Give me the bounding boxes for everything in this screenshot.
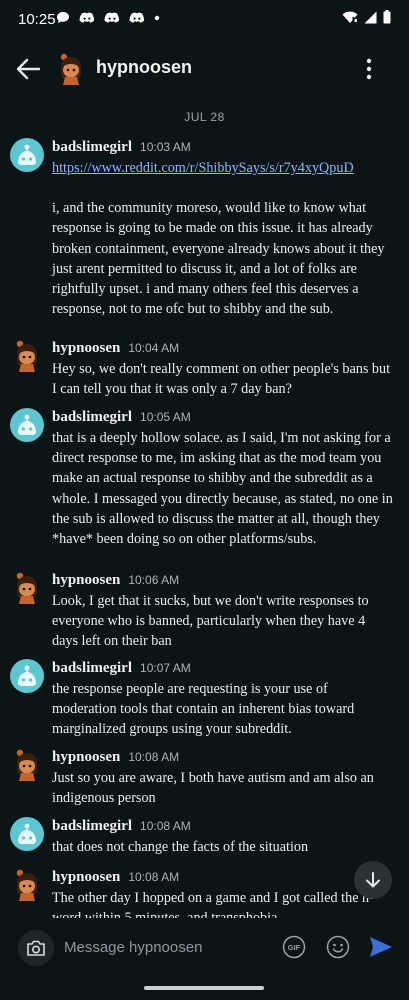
message-time: 10:08 AM bbox=[140, 819, 191, 833]
message-time: 10:04 AM bbox=[128, 341, 180, 355]
message-author[interactable]: badslimegirl bbox=[52, 660, 132, 676]
message-meta: badslimegirl 10:07 AM bbox=[52, 659, 191, 677]
message-text: Look, I get that it sucks, but we don't … bbox=[52, 593, 369, 650]
more-vertical-icon[interactable] bbox=[359, 57, 379, 81]
notification-icons bbox=[56, 11, 160, 24]
avatar[interactable] bbox=[10, 339, 44, 373]
message-author[interactable]: badslimegirl bbox=[52, 409, 132, 425]
message-text: the response people are requesting is yo… bbox=[52, 681, 355, 738]
chat-notification-icon bbox=[57, 12, 69, 23]
page-title: hypnoosen bbox=[96, 57, 193, 77]
message-meta: badslimegirl 10:05 AM bbox=[52, 408, 191, 426]
message-body: Hey so, we don't really comment on other… bbox=[52, 359, 394, 399]
app-bar: hypnoosen bbox=[0, 40, 409, 96]
camera-icon bbox=[27, 940, 45, 956]
discord-icon bbox=[129, 12, 145, 23]
discord-icon bbox=[104, 12, 120, 23]
message-author[interactable]: badslimegirl bbox=[52, 139, 132, 155]
avatar[interactable] bbox=[10, 817, 44, 851]
message-body: Look, I get that it sucks, but we don't … bbox=[52, 591, 394, 652]
message-time: 10:06 AM bbox=[128, 573, 180, 587]
home-indicator bbox=[144, 986, 264, 990]
message-time: 10:03 AM bbox=[140, 140, 191, 154]
message-author[interactable]: hypnoosen bbox=[52, 572, 120, 588]
message-meta: hypnoosen 10:08 AM bbox=[52, 868, 179, 886]
message-time: 10:07 AM bbox=[140, 661, 191, 675]
message-meta: hypnoosen 10:04 AM bbox=[52, 339, 179, 357]
wifi-icon bbox=[342, 11, 358, 23]
avatar[interactable] bbox=[10, 748, 44, 782]
gif-label: GIF bbox=[288, 943, 301, 952]
system-icons bbox=[342, 10, 391, 24]
message-text: i, and the community moreso, would like … bbox=[52, 200, 385, 318]
status-time: 10:25 bbox=[18, 11, 56, 28]
date-separator: JUL 28 bbox=[184, 110, 225, 124]
avatar[interactable] bbox=[10, 138, 44, 172]
dot-icon bbox=[154, 15, 160, 20]
message-time: 10:08 AM bbox=[128, 870, 180, 884]
message-text: that is a deeply hollow solace. as I sai… bbox=[52, 430, 393, 548]
message-author[interactable]: hypnoosen bbox=[52, 749, 120, 765]
message-text: Hey so, we don't really comment on other… bbox=[52, 361, 391, 398]
status-bar: 10:25 bbox=[0, 0, 409, 40]
message-author[interactable]: hypnoosen bbox=[52, 340, 120, 356]
message-time: 10:05 AM bbox=[140, 410, 191, 424]
message-author[interactable]: badslimegirl bbox=[52, 818, 132, 834]
signal-icon bbox=[364, 11, 377, 23]
message-meta: badslimegirl 10:08 AM bbox=[52, 817, 191, 835]
message-meta: badslimegirl 10:03 AM bbox=[52, 138, 191, 156]
message-link[interactable]: https://www.reddit.com/r/ShibbySays/s/r7… bbox=[52, 158, 394, 178]
arrow-left-icon[interactable] bbox=[14, 56, 42, 82]
message-input[interactable] bbox=[64, 936, 264, 958]
message-body: that does not change the facts of the si… bbox=[52, 837, 394, 857]
message-meta: hypnoosen 10:08 AM bbox=[52, 748, 179, 766]
gif-icon[interactable]: GIF bbox=[282, 935, 306, 959]
avatar[interactable] bbox=[10, 571, 44, 605]
message-text: Just so you are aware, I both have autis… bbox=[52, 770, 374, 807]
message-text: that does not change the facts of the si… bbox=[52, 839, 309, 855]
avatar[interactable] bbox=[54, 52, 88, 86]
message-meta: hypnoosen 10:06 AM bbox=[52, 571, 179, 589]
scroll-to-bottom-button[interactable] bbox=[354, 861, 392, 899]
message-body: Just so you are aware, I both have autis… bbox=[52, 768, 394, 808]
avatar[interactable] bbox=[10, 659, 44, 693]
message-author[interactable]: hypnoosen bbox=[52, 869, 120, 885]
send-icon[interactable] bbox=[368, 935, 394, 959]
message-time: 10:08 AM bbox=[128, 750, 180, 764]
message-body: https://www.reddit.com/r/ShibbySays/s/r7… bbox=[52, 158, 394, 319]
message-body: the response people are requesting is yo… bbox=[52, 679, 394, 740]
avatar[interactable] bbox=[10, 868, 44, 902]
discord-icon bbox=[79, 12, 95, 23]
message-body: that is a deeply hollow solace. as I sai… bbox=[52, 428, 394, 549]
camera-button[interactable] bbox=[18, 930, 54, 966]
battery-icon bbox=[383, 10, 391, 24]
avatar[interactable] bbox=[10, 408, 44, 442]
arrow-down-icon bbox=[366, 872, 380, 888]
emoji-icon[interactable] bbox=[326, 935, 350, 959]
